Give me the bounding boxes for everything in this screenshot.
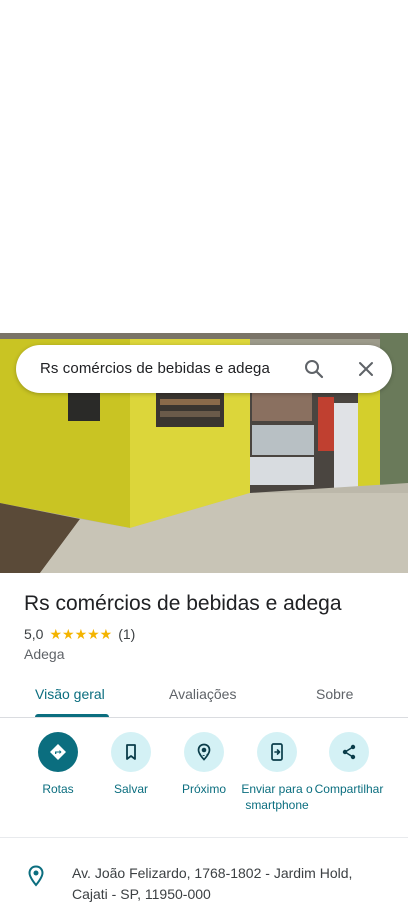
nearby-icon	[197, 743, 211, 761]
search-bar[interactable]: Rs comércios de bebidas e adega	[16, 345, 392, 393]
nearby-label: Próximo	[181, 782, 226, 796]
tab-overview[interactable]: Visão geral	[35, 686, 105, 702]
map-placeholder-area	[0, 0, 408, 333]
directions-icon	[50, 744, 66, 760]
search-query-text[interactable]: Rs comércios de bebidas e adega	[40, 360, 270, 377]
location-pin-icon	[26, 865, 46, 887]
send-to-phone-label: Enviar para o smartphone	[241, 782, 313, 812]
save-label: Salvar	[113, 782, 148, 796]
review-count: (1)	[118, 626, 136, 642]
tab-reviews[interactable]: Avaliações	[169, 686, 236, 702]
directions-button[interactable]: Rotas	[18, 732, 98, 797]
rating-row[interactable]: 5,0 ★★★★★ (1)	[24, 625, 135, 643]
star-rating-icon: ★★★★★	[49, 625, 113, 642]
share-button[interactable]: Compartilhar	[309, 732, 389, 797]
directions-label: Rotas	[42, 782, 74, 796]
active-tab-indicator	[35, 714, 109, 717]
share-icon	[342, 744, 356, 760]
send-to-phone-icon	[271, 743, 283, 761]
close-icon[interactable]	[356, 359, 376, 379]
nearby-button[interactable]: Próximo	[164, 732, 244, 797]
place-category: Adega	[24, 646, 65, 662]
action-buttons-row: Rotas Salvar Próximo Enviar para o smart…	[0, 730, 408, 838]
bookmark-icon	[126, 744, 136, 760]
address-row[interactable]: Av. João Felizardo, 1768-1802 - Jardim H…	[0, 855, 408, 905]
tab-bar: Visão geral Avaliações Sobre	[0, 676, 408, 718]
place-title: Rs comércios de bebidas e adega	[24, 592, 342, 615]
search-icon[interactable]	[304, 359, 324, 379]
tab-about[interactable]: Sobre	[316, 686, 353, 702]
rating-value: 5,0	[24, 626, 44, 642]
address-text: Av. João Felizardo, 1768-1802 - Jardim H…	[72, 865, 353, 902]
save-button[interactable]: Salvar	[91, 732, 171, 797]
send-to-phone-button[interactable]: Enviar para o smartphone	[237, 732, 317, 813]
share-label: Compartilhar	[314, 782, 384, 796]
